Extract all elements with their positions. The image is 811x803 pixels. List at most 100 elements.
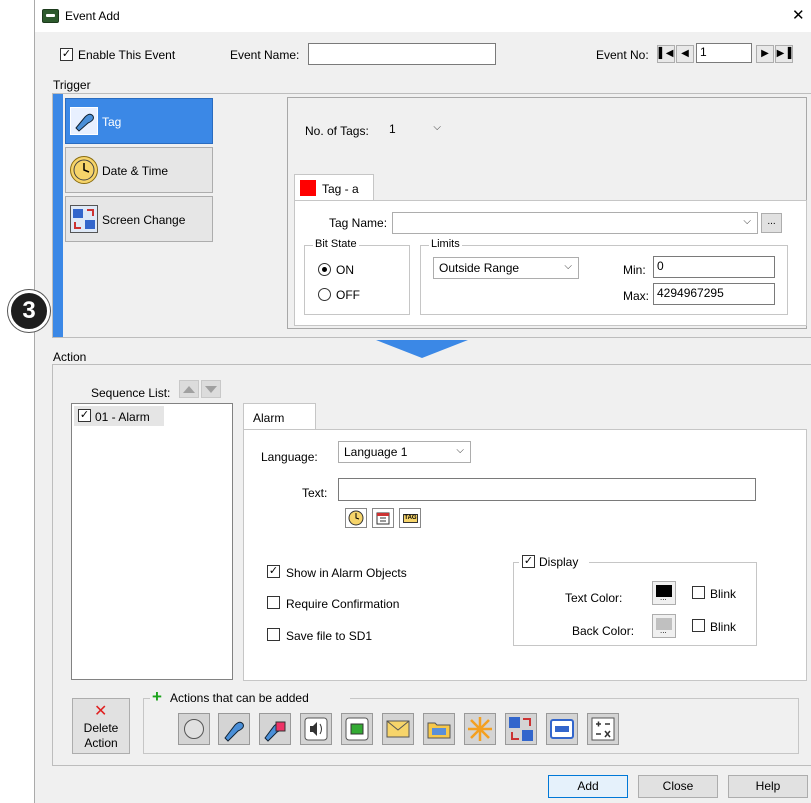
- sound-action-icon[interactable]: [300, 713, 332, 745]
- sequence-item-label: 01 - Alarm: [95, 410, 150, 424]
- bit-state-label: Bit State: [313, 238, 359, 250]
- title-bar: Event Add ✕: [35, 0, 811, 32]
- language-select[interactable]: Language 1 ⌵: [338, 441, 471, 463]
- app-icon: [42, 9, 59, 23]
- no-of-tags-label: No. of Tags:: [305, 124, 369, 138]
- down-arrow-icon: [376, 340, 468, 358]
- require-confirmation-checkbox[interactable]: [267, 596, 280, 609]
- event-add-dialog: Event Add ✕ ✓ Enable This Event Event Na…: [34, 0, 811, 803]
- no-of-tags-value: 1: [389, 122, 396, 136]
- tab-alarm[interactable]: Alarm: [243, 403, 316, 430]
- close-button[interactable]: Close: [638, 775, 718, 798]
- enable-event-checkbox[interactable]: ✓: [60, 48, 73, 61]
- actions-to-add-label: Actions that can be added: [170, 691, 309, 705]
- last-event-button[interactable]: ▶▐: [775, 45, 793, 63]
- max-label: Max:: [623, 289, 650, 303]
- limits-value: Outside Range: [439, 261, 520, 275]
- trigger-screen-change-button[interactable]: Screen Change: [65, 196, 213, 242]
- tag-browse-button[interactable]: ...: [761, 213, 782, 233]
- show-in-alarm-checkbox[interactable]: ✓: [267, 565, 280, 578]
- language-label: Language:: [261, 450, 318, 464]
- delete-action-label: Delete Action: [83, 721, 119, 750]
- alarm-text-input[interactable]: [338, 478, 756, 501]
- tab-tag-a-label: Tag - a: [322, 182, 359, 196]
- limits-select[interactable]: Outside Range ⌵: [433, 257, 579, 279]
- sequence-item-checkbox[interactable]: ✓: [78, 409, 91, 422]
- email-action-icon[interactable]: [382, 713, 414, 745]
- off-label: OFF: [336, 288, 360, 302]
- first-event-button[interactable]: ▌◀: [657, 45, 675, 63]
- on-radio[interactable]: [318, 263, 331, 276]
- text-color-ellipsis: ...: [660, 593, 667, 602]
- on-label: ON: [336, 263, 354, 277]
- event-no-input[interactable]: 1: [696, 43, 752, 63]
- open-file-action-icon[interactable]: [423, 713, 455, 745]
- back-blink-checkbox[interactable]: [692, 619, 705, 632]
- chevron-down-icon: ⌵: [433, 122, 441, 133]
- tag-copy-action-icon[interactable]: [259, 713, 291, 745]
- limits-label: Limits: [429, 238, 462, 250]
- trigger-datetime-button[interactable]: Date & Time: [65, 147, 213, 193]
- screen-change-action-icon[interactable]: [505, 713, 537, 745]
- save-file-checkbox[interactable]: [267, 628, 280, 641]
- display-checkbox[interactable]: ✓: [522, 555, 535, 568]
- trigger-tag-button[interactable]: Tag: [65, 98, 213, 144]
- tag-write-action-icon[interactable]: [218, 713, 250, 745]
- trigger-sidebar-strip: [53, 94, 63, 337]
- bit-state-group: Bit State: [304, 238, 410, 315]
- max-input[interactable]: 4294967295: [653, 283, 775, 305]
- step-badge: 3: [8, 290, 50, 332]
- text-blink-label: Blink: [710, 587, 737, 601]
- screenshot-action-icon[interactable]: [341, 713, 373, 745]
- text-label: Text:: [302, 486, 328, 500]
- calculation-action-icon[interactable]: [587, 713, 619, 745]
- chevron-down-icon: ⌵: [564, 261, 572, 272]
- delete-action-button[interactable]: ✕ Delete Action: [72, 698, 130, 754]
- sequence-list: ✓ 01 - Alarm: [71, 403, 233, 680]
- off-radio[interactable]: [318, 288, 331, 301]
- tag-name-label: Tag Name:: [329, 216, 388, 230]
- list-item[interactable]: ✓ 01 - Alarm: [74, 406, 164, 426]
- tag-name-select[interactable]: ⌵: [392, 212, 758, 234]
- text-color-button[interactable]: ...: [652, 581, 676, 605]
- min-label: Min:: [623, 263, 646, 277]
- enable-event-label: Enable This Event: [78, 48, 176, 62]
- insert-tag-icon[interactable]: TAG: [399, 508, 421, 528]
- text-blink-checkbox[interactable]: [692, 586, 705, 599]
- back-color-button[interactable]: ...: [652, 614, 676, 638]
- screen-change-icon: [70, 205, 98, 233]
- min-input[interactable]: 0: [653, 256, 775, 278]
- save-file-label: Save file to SD1: [286, 629, 373, 643]
- add-button[interactable]: Add: [548, 775, 628, 798]
- display-header: ✓ Display: [519, 554, 589, 570]
- event-name-label: Event Name:: [230, 48, 300, 62]
- chevron-down-icon: ⌵: [456, 445, 464, 456]
- insert-date-icon[interactable]: [372, 508, 394, 528]
- prev-event-button[interactable]: ◀: [676, 45, 694, 63]
- move-up-button[interactable]: [179, 380, 199, 398]
- tab-tag-a[interactable]: Tag - a: [294, 174, 374, 201]
- actions-to-add-header: + Actions that can be added: [150, 687, 350, 706]
- alarm-action-icon[interactable]: [178, 713, 210, 745]
- no-of-tags-select[interactable]: 1 ⌵: [383, 118, 448, 140]
- back-blink-label: Blink: [710, 620, 737, 634]
- tab-alarm-label: Alarm: [253, 411, 285, 425]
- help-button[interactable]: Help: [728, 775, 808, 798]
- next-event-button[interactable]: ▶: [756, 45, 774, 63]
- popup-action-icon[interactable]: [546, 713, 578, 745]
- tag-icon: [70, 107, 98, 135]
- trigger-label: Trigger: [53, 78, 91, 92]
- step-badge-number: 3: [22, 297, 36, 324]
- action-label: Action: [53, 350, 87, 364]
- delete-icon: ✕: [94, 703, 108, 720]
- insert-clock-icon[interactable]: [345, 508, 367, 528]
- close-window-icon[interactable]: ✕: [792, 6, 805, 24]
- trigger-screen-change-label: Screen Change: [102, 213, 186, 227]
- sequence-list-label: Sequence List:: [91, 386, 171, 400]
- insert-tag-icon-text: TAG: [403, 514, 418, 523]
- backlight-action-icon[interactable]: [464, 713, 496, 745]
- require-confirmation-label: Require Confirmation: [286, 597, 400, 611]
- event-name-input[interactable]: [308, 43, 496, 65]
- show-in-alarm-label: Show in Alarm Objects: [286, 566, 407, 580]
- move-down-button[interactable]: [201, 380, 221, 398]
